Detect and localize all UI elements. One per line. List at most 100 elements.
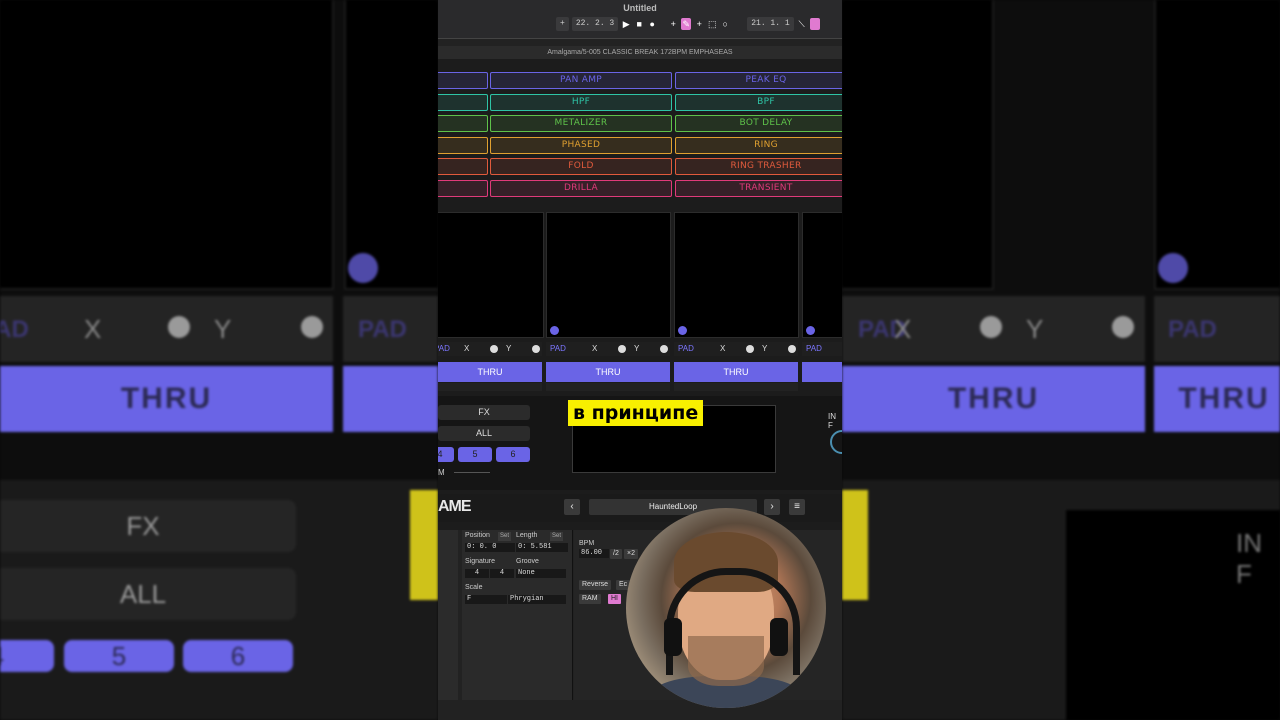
page-4-button[interactable]: 4 — [438, 447, 454, 462]
next-preset-button[interactable]: › — [764, 499, 780, 515]
tempo-position-display[interactable]: 21. 1. 1 — [747, 17, 794, 31]
pad-xy-row: PAD X Y — [438, 342, 542, 356]
editor-sidebar — [438, 530, 458, 700]
crosshair-icon[interactable]: + — [694, 18, 704, 30]
y-label: Y — [634, 344, 640, 353]
fx-slot-partial[interactable] — [438, 115, 488, 132]
y-knob[interactable] — [788, 345, 796, 353]
y-label: Y — [506, 344, 512, 353]
half-tempo-button[interactable]: /2 — [610, 549, 622, 559]
groove-label: Groove — [516, 558, 539, 565]
add-icon[interactable]: + — [668, 18, 678, 30]
fx-slot-peak-eq[interactable]: PEAK EQ — [675, 72, 842, 89]
thru-button[interactable]: THRU — [546, 362, 670, 382]
mix-slider[interactable] — [674, 383, 798, 391]
y-knob[interactable] — [660, 345, 668, 353]
length-set-button[interactable]: Set — [550, 532, 564, 541]
input-knob[interactable] — [830, 430, 842, 454]
scale-mode-select[interactable]: Phrygian — [508, 595, 566, 604]
select-icon[interactable]: ⬚ — [707, 18, 717, 30]
fx-slot-partial[interactable] — [438, 136, 488, 154]
window-title: Untitled — [623, 3, 657, 13]
play-icon[interactable]: ▶ — [621, 18, 631, 30]
xy-pad[interactable] — [438, 212, 544, 338]
x-knob[interactable] — [618, 345, 626, 353]
all-button[interactable]: ALL — [438, 426, 530, 441]
y-label: Y — [762, 344, 768, 353]
xy-pad[interactable] — [674, 212, 799, 338]
fx-slot-fold[interactable]: FOLD — [490, 158, 672, 175]
pad-xy-row: PAD X Y — [546, 342, 670, 356]
fx-slot-bpf[interactable]: BPF — [675, 93, 842, 111]
loop-icon[interactable]: ○ — [720, 18, 730, 30]
reverse-button[interactable]: Reverse — [579, 580, 612, 590]
x-knob[interactable] — [746, 345, 754, 353]
fx-slot-partial[interactable] — [438, 179, 488, 197]
fx-slot-hpf[interactable]: HPF — [490, 93, 672, 111]
signature-numerator[interactable]: 4 — [465, 569, 489, 578]
position-field[interactable]: 0: 0. 0 — [465, 543, 515, 552]
bg-page-6: 6 — [183, 640, 293, 672]
position-display[interactable]: 22. 2. 3 — [571, 17, 619, 31]
double-tempo-button[interactable]: ×2 — [624, 549, 638, 559]
curve-icon[interactable]: ⟍ — [797, 18, 807, 30]
fx-slot-bot-delay[interactable]: BOT DELAY — [675, 115, 842, 132]
pad-xy-row: PAD — [802, 342, 842, 356]
fx-slot-transient[interactable]: TRANSIENT — [675, 179, 842, 197]
fx-slot-ring-trasher[interactable]: RING TRASHER — [675, 158, 842, 175]
thru-button[interactable]: THRU — [674, 362, 798, 382]
bg-thru: THRU — [0, 366, 333, 432]
pad-cursor-dot[interactable] — [678, 326, 687, 335]
bg-caption-edge — [410, 490, 438, 600]
pencil-icon[interactable]: ✎ — [681, 18, 692, 30]
signature-denominator[interactable]: 4 — [490, 569, 514, 578]
thru-button[interactable] — [802, 362, 842, 382]
fx-slot-partial[interactable] — [438, 93, 488, 111]
groove-select[interactable]: None — [516, 569, 566, 578]
bg-thru-label: THRU — [1178, 382, 1270, 415]
m-slider[interactable] — [454, 472, 490, 473]
color-swatch-icon[interactable] — [809, 18, 820, 30]
fx-slot-phased[interactable]: PHASED — [490, 136, 672, 154]
bg-pad — [0, 0, 334, 290]
fx-slot-drilla[interactable]: DRILLA — [490, 179, 672, 197]
thru-button[interactable]: THRU — [438, 362, 542, 382]
bg-x-knob — [168, 316, 190, 338]
pad-cursor-dot[interactable] — [806, 326, 815, 335]
prev-preset-button[interactable]: ‹ — [564, 499, 580, 515]
right-blurred-backdrop: PAD X Y PAD THRU THRU IN F — [842, 0, 1280, 720]
x-knob[interactable] — [490, 345, 498, 353]
scale-root-select[interactable]: F — [465, 595, 507, 604]
xy-pad[interactable] — [802, 212, 842, 338]
bg-fx-button: FX — [0, 500, 296, 552]
menu-icon[interactable]: ≡ — [789, 499, 805, 515]
mix-slider[interactable] — [438, 383, 542, 391]
ram-button[interactable]: RAM — [579, 594, 601, 604]
bg-page-5: 5 — [64, 640, 174, 672]
fx-button[interactable]: FX — [438, 405, 530, 420]
bg-pad — [344, 0, 438, 290]
page-5-button[interactable]: 5 — [458, 447, 492, 462]
fx-slot-partial[interactable] — [438, 158, 488, 175]
m-label: M — [438, 468, 445, 477]
fx-slot-ring[interactable]: RING — [675, 136, 842, 154]
page-6-button[interactable]: 6 — [496, 447, 530, 462]
fx-slot-metalizer[interactable]: METALIZER — [490, 115, 672, 132]
subtitle-caption: в принципе — [568, 400, 704, 426]
fx-slot-partial[interactable] — [438, 72, 488, 89]
hiq-button[interactable]: HI — [608, 594, 621, 604]
mix-slider[interactable] — [546, 383, 670, 391]
pad-cursor-dot[interactable] — [550, 326, 559, 335]
record-icon[interactable]: ● — [647, 18, 657, 30]
bg-pad-label: PAD — [358, 316, 407, 343]
bpm-label: BPM — [579, 540, 595, 547]
bpm-field[interactable]: 86.00 — [579, 549, 609, 558]
y-knob[interactable] — [532, 345, 540, 353]
position-set-button[interactable]: Set — [498, 532, 512, 541]
stop-icon[interactable]: ■ — [634, 18, 644, 30]
add-marker-button[interactable]: + — [556, 17, 569, 31]
length-field[interactable]: 0: 5.581 — [516, 543, 568, 552]
bg-thru: THRU — [842, 366, 1145, 432]
xy-pad[interactable] — [546, 212, 671, 338]
fx-slot-pan-amp[interactable]: PAN AMP — [490, 72, 672, 89]
